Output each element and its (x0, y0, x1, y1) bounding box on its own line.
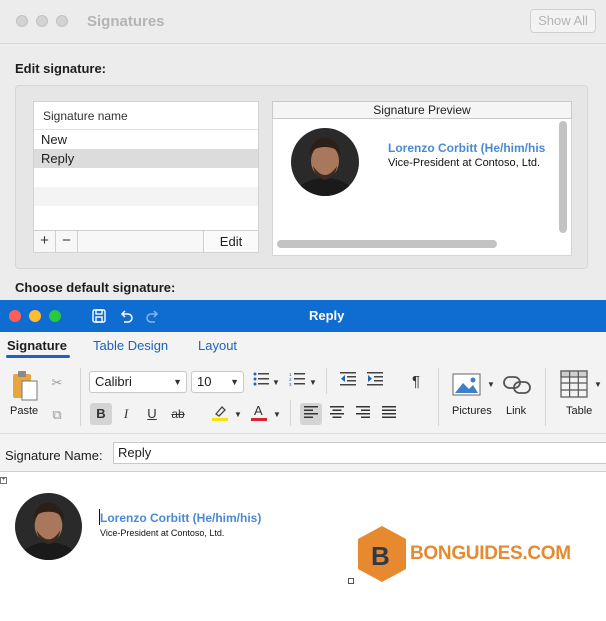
vertical-scrollbar[interactable] (559, 121, 567, 233)
minimize-button[interactable] (36, 15, 48, 27)
signatures-window: Signatures Show All Edit signature: Sign… (0, 0, 606, 300)
avatar[interactable] (15, 493, 82, 560)
chevron-down-icon[interactable]: ▼ (273, 410, 281, 419)
signatures-titlebar: Signatures Show All (0, 0, 606, 44)
svg-text:A: A (254, 403, 263, 418)
font-size-value: 10 (197, 374, 212, 389)
ribbon-separator (290, 400, 291, 426)
bullets-icon[interactable] (250, 371, 272, 393)
chevron-down-icon[interactable]: ▼ (487, 380, 495, 389)
tab-signature[interactable]: Signature (7, 338, 67, 353)
chevron-down-icon[interactable]: ▼ (594, 380, 602, 389)
show-all-button[interactable]: Show All (530, 9, 596, 33)
font-name-value: Calibri (95, 374, 132, 389)
justify-icon[interactable] (378, 403, 400, 425)
choose-default-heading: Choose default signature: (15, 280, 176, 295)
table-label[interactable]: Table (566, 405, 592, 417)
edit-signature-heading: Edit signature: (15, 61, 107, 76)
paste-label[interactable]: Paste (10, 405, 38, 417)
link-icon[interactable] (502, 374, 532, 396)
watermark-text: BONGUIDES.COM (410, 543, 571, 564)
chevron-down-icon: ▼ (173, 377, 182, 387)
signature-name-label: Signature Name: (5, 448, 103, 463)
chevron-down-icon: ▼ (230, 377, 239, 387)
signature-editor[interactable]: + Lorenzo Corbitt (He/him/his) Vice-Pres… (0, 473, 606, 621)
font-size-dropdown[interactable]: 10 ▼ (191, 371, 244, 393)
chevron-down-icon[interactable]: ▼ (272, 378, 280, 387)
window-title: Reply (309, 308, 345, 323)
signature-name-text[interactable]: Lorenzo Corbitt (He/him/his) (100, 511, 261, 525)
align-right-icon[interactable] (352, 403, 374, 425)
ribbon-separator (545, 368, 546, 426)
avatar (291, 128, 359, 196)
bold-button[interactable]: B (90, 403, 112, 425)
tab-table-design[interactable]: Table Design (93, 338, 168, 353)
chevron-down-icon[interactable]: ▼ (309, 378, 317, 387)
signature-list: Signature name New Reply + − Edit (33, 101, 259, 253)
ribbon-separator (80, 368, 81, 426)
link-label[interactable]: Link (506, 405, 526, 417)
undo-icon[interactable] (117, 307, 135, 325)
svg-text:3: 3 (289, 382, 292, 386)
edit-signature-button[interactable]: Edit (203, 231, 258, 252)
pictures-label[interactable]: Pictures (452, 405, 492, 417)
zoom-button[interactable] (49, 310, 61, 322)
horizontal-scrollbar[interactable] (277, 240, 497, 248)
window-title: Signatures (87, 13, 165, 30)
signature-list-item[interactable]: New (34, 130, 258, 149)
close-button[interactable] (9, 310, 21, 322)
add-signature-button[interactable]: + (34, 231, 56, 252)
underline-button[interactable]: U (141, 403, 163, 425)
bonguides-logo: B (356, 525, 408, 583)
signature-list-header[interactable]: Signature name (34, 102, 258, 130)
tab-layout[interactable]: Layout (198, 338, 237, 353)
signature-list-empty-row (34, 187, 258, 206)
align-center-icon[interactable] (326, 403, 348, 425)
pictures-icon[interactable] (452, 372, 482, 398)
minimize-button[interactable] (29, 310, 41, 322)
ribbon-separator (326, 368, 327, 394)
align-left-icon[interactable] (300, 403, 322, 425)
font-name-dropdown[interactable]: Calibri ▼ (89, 371, 187, 393)
ribbon-tabs: Signature Table Design Layout (0, 332, 606, 362)
ribbon-toolbar: Paste ✂ ⧉ Calibri ▼ 10 ▼ ▼ 123 ▼ ¶ B I U (0, 362, 606, 434)
reply-titlebar: Reply (0, 300, 606, 332)
preview-job-title: Vice-President at Contoso, Ltd. (388, 157, 541, 169)
resize-handle[interactable] (348, 578, 354, 584)
signature-job-title[interactable]: Vice-President at Contoso, Ltd. (100, 528, 224, 538)
signature-name-bar: Signature Name: Reply (0, 434, 606, 472)
paste-icon[interactable] (10, 370, 40, 402)
numbering-icon[interactable]: 123 (286, 371, 308, 393)
remove-signature-button[interactable]: − (56, 231, 78, 252)
signature-preview: Lorenzo Corbitt (He/him/his Vice-Preside… (272, 119, 572, 256)
ribbon-separator (438, 368, 439, 426)
redo-icon[interactable] (144, 307, 162, 325)
table-icon[interactable] (560, 370, 588, 398)
signature-preview-header: Signature Preview (272, 101, 572, 119)
italic-button[interactable]: I (115, 403, 137, 425)
signature-name-input[interactable]: Reply (113, 442, 606, 464)
save-icon[interactable] (90, 307, 108, 325)
table-move-handle[interactable]: + (0, 477, 7, 484)
chevron-down-icon[interactable]: ▼ (234, 410, 242, 419)
svg-text:B: B (371, 541, 390, 571)
decrease-indent-icon[interactable] (337, 371, 359, 393)
increase-indent-icon[interactable] (364, 371, 386, 393)
signature-list-toolbar: + − Edit (34, 230, 258, 252)
active-tab-indicator (6, 355, 70, 358)
cut-icon[interactable]: ✂ (46, 372, 68, 394)
highlight-icon[interactable] (209, 403, 231, 425)
signature-list-item[interactable]: Reply (34, 149, 258, 168)
signature-list-empty-row (34, 168, 258, 187)
zoom-button[interactable] (56, 15, 68, 27)
close-button[interactable] (16, 15, 28, 27)
preview-name: Lorenzo Corbitt (He/him/his (388, 141, 546, 155)
copy-icon[interactable]: ⧉ (46, 404, 68, 426)
show-formatting-icon[interactable]: ¶ (405, 371, 427, 393)
font-color-icon[interactable]: A (248, 403, 270, 425)
strikethrough-button[interactable]: ab (167, 403, 189, 425)
reply-editor-window: Reply Signature Table Design Layout Past… (0, 300, 606, 621)
